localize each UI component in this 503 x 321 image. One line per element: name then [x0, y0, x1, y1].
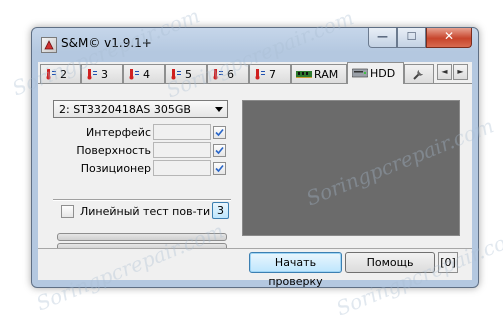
hdd-icon [352, 68, 368, 78]
temperature-icon [46, 69, 56, 80]
checkmark-icon [215, 146, 224, 155]
tab-scroll-right-button[interactable]: ► [453, 64, 468, 80]
ram-icon [296, 71, 312, 78]
linear-test-count-button[interactable]: 3 [212, 202, 229, 219]
surface-checkbox[interactable] [213, 144, 226, 157]
surface-graph-area [242, 100, 460, 236]
app-window: S&M© v1.9.1+ — ☐ ✕ 2 3 4 5 6 7 RAM HDD ◄… [31, 27, 479, 288]
divider [53, 199, 231, 201]
progress-bar-1 [57, 233, 227, 241]
title-bar[interactable]: S&M© v1.9.1+ — ☐ ✕ [32, 28, 478, 58]
tab-sensor-4[interactable]: 4 [123, 64, 165, 83]
temperature-icon [171, 69, 181, 80]
tab-sensor-3[interactable]: 3 [81, 64, 123, 83]
tab-tools[interactable] [404, 64, 434, 83]
temperature-icon [255, 69, 265, 80]
tools-icon [413, 70, 423, 80]
tab-label: 5 [185, 68, 192, 81]
tab-label: 6 [227, 68, 234, 81]
window-title: S&M© v1.9.1+ [61, 36, 152, 50]
tab-label: 2 [60, 68, 67, 81]
maximize-icon: ☐ [406, 30, 417, 43]
positioner-field [153, 160, 211, 176]
interface-checkbox[interactable] [213, 126, 226, 139]
linear-test-checkbox[interactable] [61, 205, 74, 218]
tab-label: 7 [269, 68, 276, 81]
help-button[interactable]: Помощь [345, 252, 435, 273]
tab-ram[interactable]: RAM [291, 64, 347, 83]
window-controls: — ☐ ✕ [368, 28, 472, 48]
tab-strip: 2 3 4 5 6 7 RAM HDD ◄ ► [38, 62, 472, 84]
close-button[interactable]: ✕ [426, 28, 472, 48]
counter-display: [0] [438, 252, 458, 273]
checkmark-icon [215, 164, 224, 173]
drive-select-value: 2: ST3320418AS 305GB [59, 103, 191, 116]
maximize-button[interactable]: ☐ [397, 28, 426, 48]
field-label: Поверхность [76, 144, 151, 157]
tab-label: RAM [314, 68, 339, 81]
tab-sensor-6[interactable]: 6 [207, 64, 249, 83]
close-icon: ✕ [443, 29, 455, 43]
interface-field [153, 124, 211, 140]
checkmark-icon [215, 128, 224, 137]
tab-hdd[interactable]: HDD [347, 62, 404, 84]
positioner-checkbox[interactable] [213, 162, 226, 175]
tab-sensor-5[interactable]: 5 [165, 64, 207, 83]
start-check-button[interactable]: Начать проверку [249, 252, 342, 287]
drive-select[interactable]: 2: ST3320418AS 305GB [53, 100, 228, 118]
tab-sensor-2[interactable]: 2 [40, 64, 81, 83]
tab-label: 4 [143, 68, 150, 81]
chevron-down-icon [215, 107, 223, 112]
tab-label: HDD [370, 67, 396, 80]
bottom-bar: Начать проверку Помощь [0] [38, 248, 472, 287]
app-icon [41, 37, 57, 53]
temperature-icon [213, 69, 223, 80]
minimize-icon: — [377, 30, 388, 43]
field-label: Позиционер [80, 162, 151, 175]
tab-label: 3 [101, 68, 108, 81]
tab-sensor-7[interactable]: 7 [249, 64, 291, 83]
temperature-icon [129, 69, 139, 80]
field-label: Интерфейс [86, 126, 151, 139]
linear-test-label: Линейный тест пов-ти [80, 205, 211, 218]
temperature-icon [87, 69, 97, 80]
minimize-button[interactable]: — [368, 28, 397, 48]
surface-field [153, 142, 211, 158]
tab-scroll-left-button[interactable]: ◄ [437, 64, 452, 80]
